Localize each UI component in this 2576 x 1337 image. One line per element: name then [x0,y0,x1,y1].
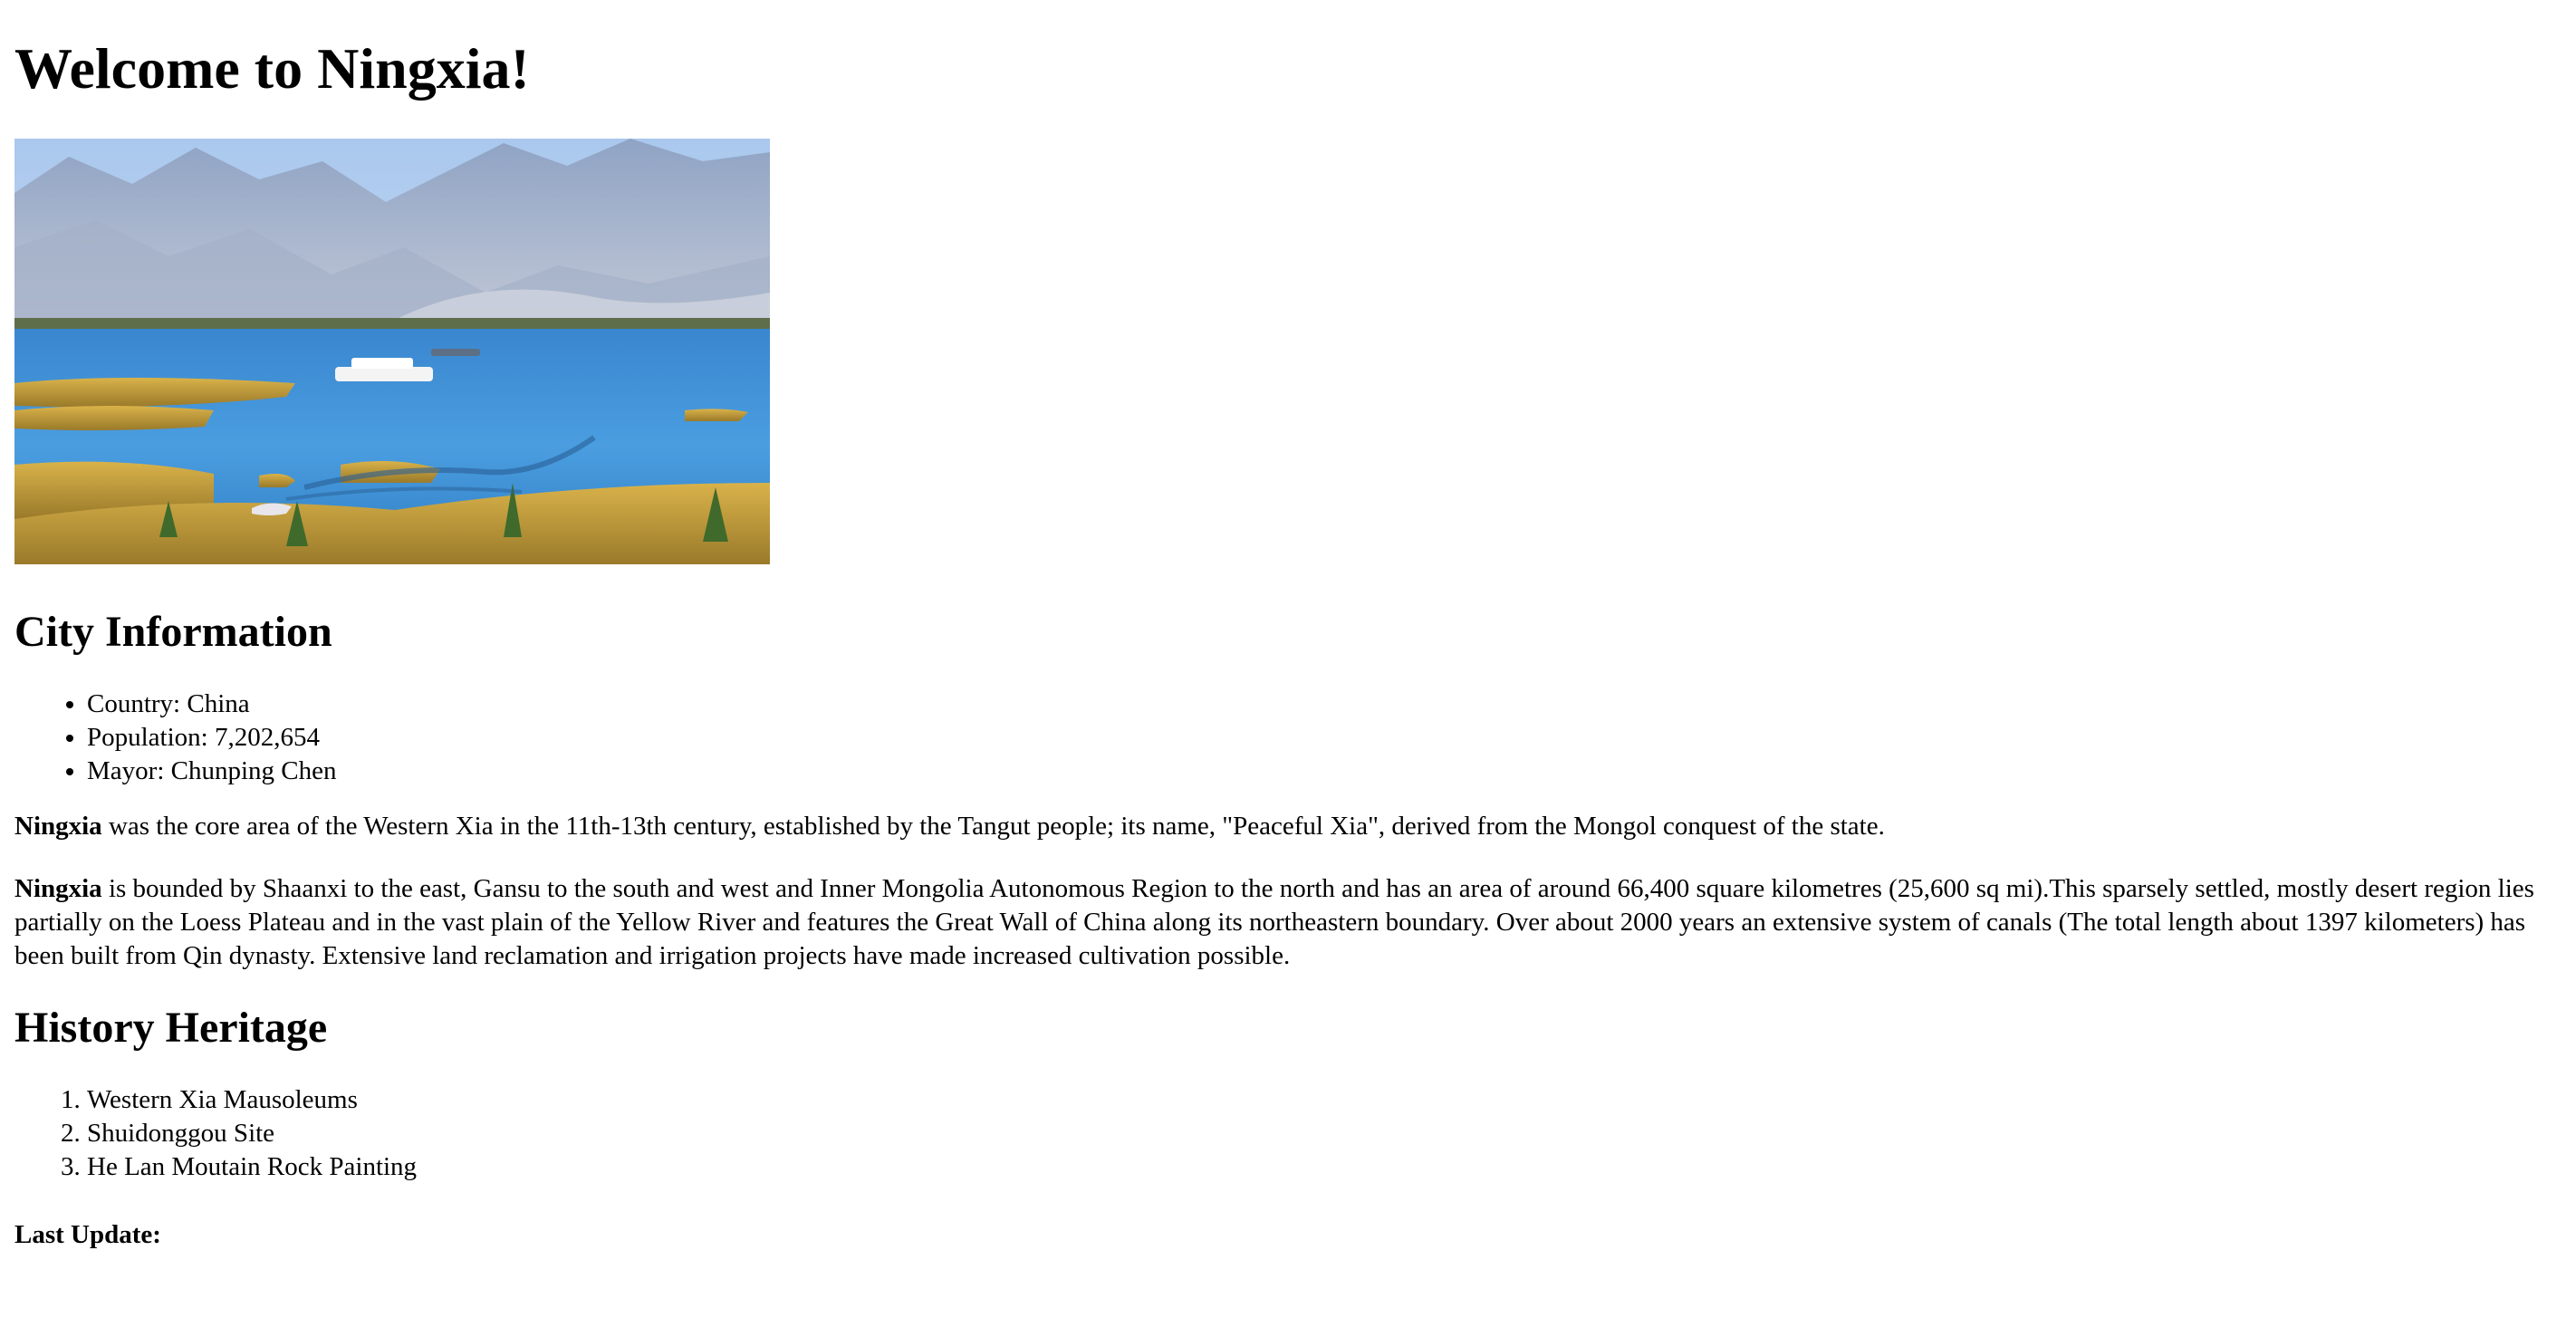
paragraph-text: is bounded by Shaanxi to the east, Gansu… [14,874,2534,970]
heritage-list: Western Xia Mausoleums Shuidonggou Site … [14,1083,2562,1184]
paragraph-bold-term: Ningxia [14,874,102,903]
mayor-value: Chunping Chen [170,756,337,785]
last-update-label: Last Update: [14,1220,161,1249]
mayor-label: Mayor: [87,756,165,785]
history-paragraph: Ningxia was the core area of the Western… [14,810,2562,843]
paragraph-text: was the core area of the Western Xia in … [101,812,1885,841]
history-heritage-heading: History Heritage [14,1004,328,1052]
page-content: Welcome to Ningxia! City Information • C… [0,35,2576,1252]
country-value: China [187,689,250,718]
population-label: Population: [87,723,208,752]
list-item: Population: 7,202,654 [87,721,2562,755]
city-info-list: Country: China Population: 7,202,654 May… [14,688,2562,788]
paragraph-bold-term: Ningxia [14,812,102,841]
geography-paragraph: Ningxia is bounded by Shaanxi to the eas… [14,872,2562,973]
list-item: Shuidonggou Site [87,1117,2562,1150]
list-item: Western Xia Mausoleums [87,1083,2562,1117]
ningxia-lake-image [14,139,770,564]
page-title: Welcome to Ningxia! [14,36,530,101]
list-item: He Lan Moutain Rock Painting [87,1150,2562,1184]
country-label: Country: [87,689,181,718]
city-info-heading: City Information [14,608,332,656]
list-item: Mayor: Chunping Chen [87,755,2562,788]
population-value: 7,202,654 [214,723,320,752]
list-item: Country: China [87,688,2562,721]
